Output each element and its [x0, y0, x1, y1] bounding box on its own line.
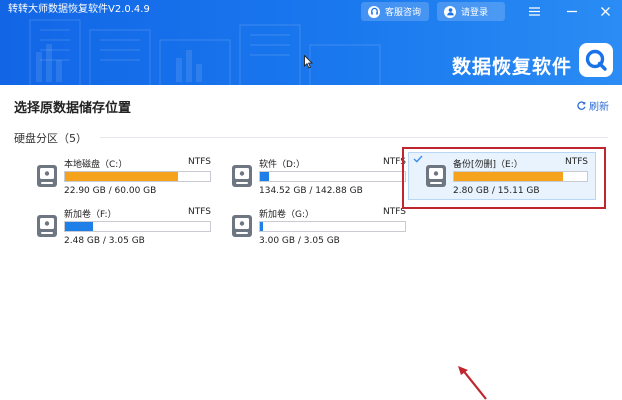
partition-section-label: 硬盘分区（5） — [14, 132, 87, 145]
usage-bar-fill — [65, 172, 179, 181]
usage-bar-fill — [260, 222, 263, 231]
headset-icon — [368, 5, 380, 18]
hard-drive-icon — [232, 215, 252, 237]
minimize-icon — [567, 10, 577, 12]
menu-icon — [528, 6, 540, 16]
app-window: 转转大师数据恢复软件V2.0.4.9 客服咨询 请登录 数据恢复软件 选择原数据… — [0, 0, 622, 400]
drive-name: 本地磁盘（C:） — [64, 160, 128, 170]
hard-drive-icon — [232, 165, 252, 187]
drive-item-f[interactable]: 新加卷（F:） NTFS 2.48 GB / 3.05 GB — [36, 207, 211, 249]
section-divider — [100, 137, 608, 138]
mouse-cursor-icon — [304, 55, 313, 69]
filesystem-label: NTFS — [188, 157, 211, 167]
refresh-label: 刷新 — [589, 102, 609, 113]
drive-name: 软件（D:） — [259, 160, 305, 170]
hard-drive-icon — [37, 215, 57, 237]
drive-size: 2.48 GB / 3.05 GB — [64, 236, 145, 246]
annotation-arrow — [458, 366, 487, 400]
usage-bar-fill — [260, 172, 269, 181]
usage-bar — [64, 221, 211, 232]
drive-name: 新加卷（F:） — [64, 210, 117, 220]
close-icon — [600, 6, 610, 16]
menu-button[interactable] — [524, 3, 544, 19]
drive-item-d[interactable]: 软件（D:） NTFS 134.52 GB / 142.88 GB — [231, 157, 406, 199]
brand-logo-icon — [579, 43, 613, 77]
usage-bar — [64, 171, 211, 182]
customer-service-label: 客服咨询 — [385, 8, 422, 18]
minimize-button[interactable] — [562, 3, 582, 19]
drive-name: 新加卷（G:） — [259, 210, 315, 220]
app-title: 转转大师数据恢复软件V2.0.4.9 — [8, 4, 150, 15]
customer-service-button[interactable]: 客服咨询 — [361, 2, 429, 21]
usage-bar-fill — [65, 222, 93, 231]
drive-item-c[interactable]: 本地磁盘（C:） NTFS 22.90 GB / 60.00 GB — [36, 157, 211, 199]
usage-bar — [259, 221, 406, 232]
drive-size: 3.00 GB / 3.05 GB — [259, 236, 340, 246]
close-button[interactable] — [595, 3, 615, 19]
hard-drive-icon — [37, 165, 57, 187]
page-title: 选择原数据储存位置 — [14, 101, 132, 116]
drive-item-g[interactable]: 新加卷（G:） NTFS 3.00 GB / 3.05 GB — [231, 207, 406, 249]
login-button[interactable]: 请登录 — [437, 2, 505, 21]
title-bar: 转转大师数据恢复软件V2.0.4.9 客服咨询 请登录 数据恢复软件 — [0, 0, 622, 85]
login-label: 请登录 — [461, 8, 489, 18]
filesystem-label: NTFS — [188, 207, 211, 217]
drive-size: 134.52 GB / 142.88 GB — [259, 186, 363, 196]
highlight-frame — [402, 147, 606, 209]
brand-title: 数据恢复软件 — [452, 56, 573, 78]
drive-size: 22.90 GB / 60.00 GB — [64, 186, 157, 196]
user-icon — [444, 5, 456, 18]
usage-bar — [259, 171, 406, 182]
refresh-button[interactable]: 刷新 — [577, 98, 609, 113]
refresh-icon — [577, 101, 586, 110]
